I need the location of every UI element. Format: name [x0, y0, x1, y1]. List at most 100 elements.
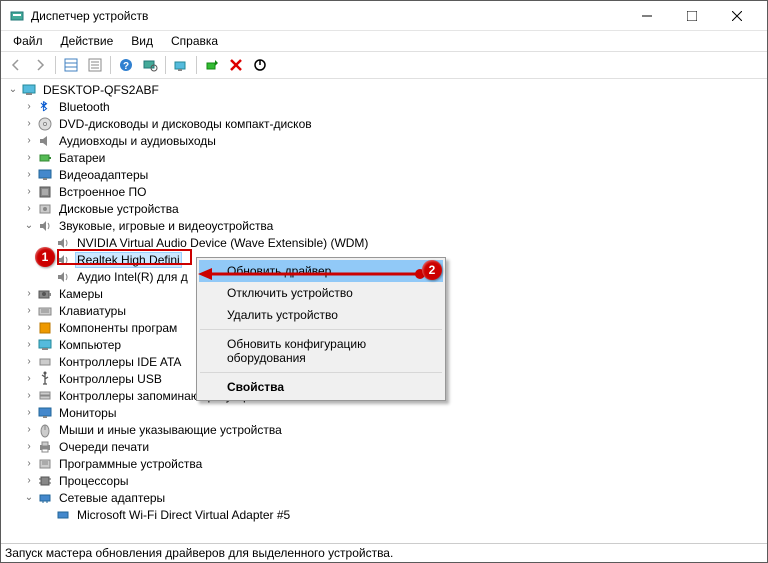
- expand-icon[interactable]: ›: [21, 473, 37, 489]
- expand-icon[interactable]: ›: [21, 388, 37, 404]
- storage-icon: [37, 388, 53, 404]
- computer-icon: [37, 337, 53, 353]
- expand-icon[interactable]: ›: [21, 286, 37, 302]
- expand-icon[interactable]: ›: [21, 354, 37, 370]
- tree-item[interactable]: ›Bluetooth: [1, 98, 767, 115]
- expand-icon[interactable]: ›: [21, 320, 37, 336]
- context-scan-hardware[interactable]: Обновить конфигурацию оборудования: [199, 333, 443, 369]
- collapse-icon[interactable]: ⌄: [5, 82, 21, 98]
- annotation-arrow: [198, 267, 426, 281]
- toolbar-separator: [55, 56, 56, 74]
- expand-icon[interactable]: ›: [21, 133, 37, 149]
- update-driver-icon[interactable]: [170, 54, 192, 76]
- tree-item-network[interactable]: ⌄Сетевые адаптеры: [1, 489, 767, 506]
- toolbar-separator: [196, 56, 197, 74]
- battery-icon: [37, 150, 53, 166]
- expand-icon[interactable]: ›: [21, 337, 37, 353]
- minimize-button[interactable]: [624, 1, 669, 30]
- enable-device-icon[interactable]: [201, 54, 223, 76]
- uninstall-icon[interactable]: [225, 54, 247, 76]
- scan-hardware-icon[interactable]: [139, 54, 161, 76]
- computer-icon: [21, 82, 37, 98]
- device-tree[interactable]: ⌄ DESKTOP-QFS2ABF ›Bluetooth ›DVD-дисков…: [1, 79, 767, 543]
- svg-text:?: ?: [123, 61, 129, 72]
- sound-icon: [55, 269, 71, 285]
- annotation-box-1: [57, 249, 192, 265]
- toolbar-separator: [165, 56, 166, 74]
- context-uninstall-device[interactable]: Удалить устройство: [199, 304, 443, 326]
- properties-icon[interactable]: [84, 54, 106, 76]
- menu-help[interactable]: Справка: [163, 32, 226, 50]
- expand-icon[interactable]: ›: [21, 184, 37, 200]
- printer-icon: [37, 439, 53, 455]
- forward-button[interactable]: [29, 54, 51, 76]
- context-properties[interactable]: Свойства: [199, 376, 443, 398]
- keyboard-icon: [37, 303, 53, 319]
- expand-icon[interactable]: ›: [21, 99, 37, 115]
- menu-file[interactable]: Файл: [5, 32, 51, 50]
- tree-item-audio[interactable]: ⌄Звуковые, игровые и видеоустройства: [1, 217, 767, 234]
- tree-item[interactable]: ›DVD-дисководы и дисководы компакт-диско…: [1, 115, 767, 132]
- expand-icon[interactable]: ›: [21, 422, 37, 438]
- maximize-button[interactable]: [669, 1, 714, 30]
- sound-icon: [37, 218, 53, 234]
- tree-item[interactable]: ›Очереди печати: [1, 438, 767, 455]
- show-hidden-icon[interactable]: [60, 54, 82, 76]
- app-icon: [9, 8, 25, 24]
- root-label: DESKTOP-QFS2ABF: [41, 83, 161, 97]
- disk-icon: [37, 201, 53, 217]
- tree-item[interactable]: ›Батареи: [1, 149, 767, 166]
- window-title: Диспетчер устройств: [31, 9, 624, 23]
- monitor-icon: [37, 405, 53, 421]
- window-controls: [624, 1, 759, 30]
- ide-icon: [37, 354, 53, 370]
- expand-icon[interactable]: ›: [21, 456, 37, 472]
- disable-icon[interactable]: [249, 54, 271, 76]
- network-icon: [37, 490, 53, 506]
- context-disable-device[interactable]: Отключить устройство: [199, 282, 443, 304]
- bluetooth-icon: [37, 99, 53, 115]
- back-button[interactable]: [5, 54, 27, 76]
- close-button[interactable]: [714, 1, 759, 30]
- mouse-icon: [37, 422, 53, 438]
- status-text: Запуск мастера обновления драйверов для …: [5, 546, 393, 560]
- expand-icon[interactable]: ›: [21, 371, 37, 387]
- tree-item[interactable]: ›Аудиовходы и аудиовыходы: [1, 132, 767, 149]
- expand-icon[interactable]: ›: [21, 303, 37, 319]
- menu-action[interactable]: Действие: [53, 32, 122, 50]
- menu-view[interactable]: Вид: [123, 32, 161, 50]
- annotation-marker-1: 1: [35, 247, 55, 267]
- status-bar: Запуск мастера обновления драйверов для …: [1, 543, 767, 562]
- tree-item[interactable]: ›Дисковые устройства: [1, 200, 767, 217]
- expand-icon[interactable]: ›: [21, 116, 37, 132]
- network-adapter-icon: [55, 507, 71, 523]
- help-icon[interactable]: ?: [115, 54, 137, 76]
- tree-item[interactable]: ›Процессоры: [1, 472, 767, 489]
- tree-item[interactable]: ›Программные устройства: [1, 455, 767, 472]
- tree-item[interactable]: ›Видеоадаптеры: [1, 166, 767, 183]
- annotation-marker-2: 2: [422, 260, 442, 280]
- software-device-icon: [37, 456, 53, 472]
- menubar: Файл Действие Вид Справка: [1, 31, 767, 51]
- tree-root[interactable]: ⌄ DESKTOP-QFS2ABF: [1, 81, 767, 98]
- collapse-icon[interactable]: ⌄: [21, 490, 37, 506]
- firmware-icon: [37, 184, 53, 200]
- expand-icon[interactable]: ›: [21, 201, 37, 217]
- audio-io-icon: [37, 133, 53, 149]
- tree-item[interactable]: ›Встроенное ПО: [1, 183, 767, 200]
- context-separator: [200, 372, 442, 373]
- tree-item[interactable]: ›Мониторы: [1, 404, 767, 421]
- display-icon: [37, 167, 53, 183]
- titlebar: Диспетчер устройств: [1, 1, 767, 31]
- dvd-icon: [37, 116, 53, 132]
- expand-icon[interactable]: ›: [21, 150, 37, 166]
- toolbar: ?: [1, 51, 767, 79]
- expand-icon[interactable]: ›: [21, 405, 37, 421]
- tree-device-item[interactable]: Microsoft Wi-Fi Direct Virtual Adapter #…: [1, 506, 767, 523]
- tree-item[interactable]: ›Мыши и иные указывающие устройства: [1, 421, 767, 438]
- collapse-icon[interactable]: ⌄: [21, 218, 37, 234]
- toolbar-separator: [110, 56, 111, 74]
- expand-icon[interactable]: ›: [21, 167, 37, 183]
- expand-icon[interactable]: ›: [21, 439, 37, 455]
- device-manager-window: Диспетчер устройств Файл Действие Вид Сп…: [0, 0, 768, 563]
